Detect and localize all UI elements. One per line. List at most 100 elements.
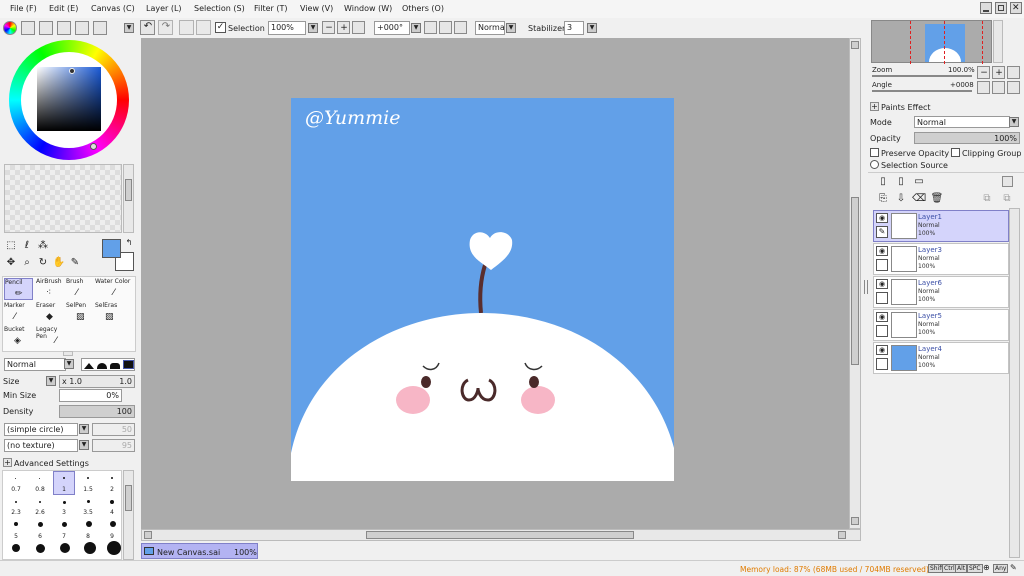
restore-button[interactable] [995, 2, 1007, 14]
brush-blend-dropdown[interactable]: ▼ [64, 359, 74, 369]
canvas-viewport[interactable]: @Yummie [141, 38, 849, 529]
brush-size-scrollbar[interactable] [123, 470, 134, 560]
navigator-preview[interactable] [871, 20, 992, 64]
merge-down-icon[interactable]: ⇩ [894, 193, 908, 205]
menu-filter[interactable]: Filter (T) [254, 4, 287, 13]
tool-selpen[interactable]: SelPen ▧ [66, 302, 95, 324]
tool-seleras[interactable]: SelEras ▧ [95, 302, 124, 324]
layer-row-layer5[interactable]: ◉ Layer5 Normal 100% [873, 309, 1009, 341]
menu-layer[interactable]: Layer (L) [146, 4, 182, 13]
artwork-canvas[interactable]: @Yummie [291, 98, 674, 481]
rotate-left-button[interactable] [424, 21, 437, 34]
tool-grid-resize[interactable] [63, 351, 73, 356]
zoom-field[interactable]: 100% [268, 21, 306, 35]
swap-colors-icon[interactable]: ↰ [122, 237, 136, 249]
eye-icon[interactable]: ◉ [876, 213, 888, 223]
view-mode-field[interactable]: Normal [475, 21, 505, 35]
new-linework-layer-icon[interactable]: ▯ [894, 176, 908, 188]
preserve-opacity-checkbox[interactable] [870, 148, 879, 157]
eye-icon[interactable]: ◉ [876, 246, 888, 256]
tool-airbrush[interactable]: AirBrush ⁖ [36, 278, 65, 300]
scratchpad-tab[interactable] [93, 21, 107, 35]
angle-field[interactable]: +000° [374, 21, 410, 35]
view-mode-dropdown[interactable]: ▼ [506, 23, 516, 33]
stabilizer-field[interactable]: 3 [564, 21, 584, 35]
nav-zoom-in-button[interactable]: + [992, 66, 1005, 79]
layer-row-layer3[interactable]: ◉ Layer3 Normal 100% [873, 243, 1009, 275]
delete-layer-icon[interactable]: 🗑 [930, 193, 944, 205]
density-slider[interactable]: 100 [59, 405, 135, 418]
undo-button[interactable]: ↶ [140, 20, 155, 35]
canvas-vertical-scrollbar[interactable] [849, 38, 861, 529]
tool-brush[interactable]: Brush ⁄ [66, 278, 95, 300]
color-wheel[interactable] [9, 40, 129, 160]
clear-layer-icon[interactable]: ⌫ [912, 193, 926, 205]
layer-paste-icon[interactable]: ⧉ [1000, 193, 1014, 205]
layer-row-layer4[interactable]: ◉ Layer4 Normal 100% [873, 342, 1009, 374]
layer-row-layer1[interactable]: ◉ ✎ Layer1 Normal 100% [873, 210, 1009, 242]
min-size-slider[interactable]: 0% [59, 389, 122, 402]
brush-size-presets[interactable]: 0.7 0.8 1 1.5 2 2.3 2.6 3 3.5 4 5 6 7 8 … [2, 470, 122, 560]
eyedropper-icon[interactable]: ✎ [68, 257, 82, 269]
lasso-icon[interactable]: ℓ [20, 240, 34, 252]
close-button[interactable]: ✕ [1010, 2, 1022, 14]
invert-selection-button[interactable] [196, 20, 211, 35]
advanced-settings-expand[interactable]: + [3, 458, 12, 467]
layer-row-layer6[interactable]: ◉ Layer6 Normal 100% [873, 276, 1009, 308]
eye-icon[interactable]: ◉ [876, 345, 888, 355]
menu-file[interactable]: File (F) [10, 4, 37, 13]
deselect-button[interactable] [179, 20, 194, 35]
marquee-icon[interactable]: ⬚ [4, 240, 18, 252]
hue-ring-handle[interactable] [90, 143, 97, 150]
nav-angle-slider[interactable] [872, 90, 972, 92]
minimize-button[interactable] [980, 2, 992, 14]
size-multiplier-dropdown[interactable]: ▼ [46, 376, 56, 386]
stabilizer-dropdown[interactable]: ▼ [587, 23, 597, 33]
canvas-horizontal-scrollbar[interactable] [141, 529, 861, 541]
tool-pencil[interactable]: Pencil ✏ [4, 278, 33, 300]
magic-wand-icon[interactable]: ⁂ [36, 240, 50, 252]
scratchpad-area[interactable] [4, 164, 122, 233]
menu-others[interactable]: Others (O) [402, 4, 444, 13]
pen-icon[interactable]: ✎ [876, 226, 888, 238]
rotate-tool-icon[interactable]: ↻ [36, 257, 50, 269]
color-wheel-tab[interactable] [3, 21, 17, 35]
clipping-group-checkbox[interactable] [951, 148, 960, 157]
layer-panel-option[interactable] [1002, 176, 1013, 187]
brush-tip-selector[interactable] [81, 358, 135, 371]
color-mixer-tab[interactable] [57, 21, 71, 35]
panel-menu-arrow[interactable]: ▼ [124, 23, 134, 33]
brush-shape-strength[interactable]: 50 [92, 423, 135, 436]
sv-picker-handle[interactable] [69, 68, 75, 74]
brush-blend-field[interactable]: Normal [4, 358, 66, 371]
nav-zoom-slider[interactable] [872, 75, 972, 77]
menu-canvas[interactable]: Canvas (C) [91, 4, 135, 13]
tool-marker[interactable]: Marker ⁄ [4, 302, 33, 324]
lock-toggle[interactable] [876, 292, 888, 304]
scratchpad-scrollbar[interactable] [123, 164, 134, 233]
nav-rotate-reset-button[interactable] [1007, 81, 1020, 94]
lock-toggle[interactable] [876, 259, 888, 271]
nav-zoom-out-button[interactable]: − [977, 66, 990, 79]
zoom-in-button[interactable]: + [337, 21, 350, 34]
brush-shape-field[interactable]: (simple circle) [4, 423, 78, 436]
paints-effect-expand[interactable]: + [870, 102, 879, 111]
zoom-out-button[interactable]: − [322, 21, 335, 34]
new-folder-icon[interactable]: ▭ [912, 176, 926, 188]
new-layer-icon[interactable]: ▯ [876, 176, 890, 188]
tool-watercolor[interactable]: Water Color ⁄ [95, 278, 131, 300]
saturation-value-box[interactable] [37, 67, 101, 131]
canvas-tab[interactable]: New Canvas.sai 100% [141, 543, 258, 559]
menu-view[interactable]: View (V) [300, 4, 333, 13]
rotate-reset-button[interactable] [454, 21, 467, 34]
texture-field[interactable]: (no texture) [4, 439, 78, 452]
size-slider[interactable]: x 1.0 1.0 [59, 375, 135, 388]
layer-list-scrollbar[interactable] [1009, 208, 1020, 558]
brush-shape-dropdown[interactable]: ▼ [79, 424, 89, 434]
transfer-down-icon[interactable]: ⎘ [876, 193, 890, 205]
swatches-tab[interactable] [75, 21, 89, 35]
zoom-tool-icon[interactable]: ⌕ [20, 257, 34, 269]
nav-rotate-right-button[interactable] [992, 81, 1005, 94]
nav-zoom-reset-button[interactable] [1007, 66, 1020, 79]
lock-toggle[interactable] [876, 358, 888, 370]
